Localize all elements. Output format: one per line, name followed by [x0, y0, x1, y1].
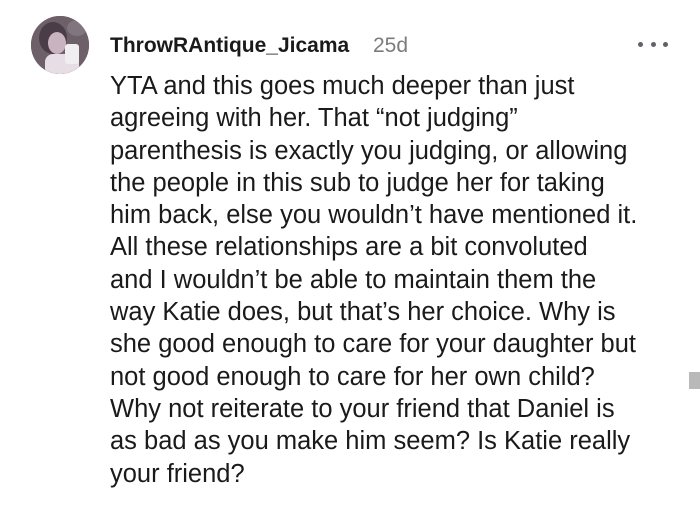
- more-dot: [650, 41, 656, 47]
- comment-line: YTA and this goes much deeper than just: [110, 72, 575, 100]
- comment-line: agreeing with her. That “not judging”: [110, 104, 518, 133]
- comment-body: YTA and this goes much deeper than just …: [110, 70, 690, 490]
- comment-timestamp: 25d: [373, 34, 409, 57]
- comment-line: way Katie does, but that’s her choice. W…: [110, 298, 616, 327]
- comment-line: as bad as you make him seem? Is Katie re…: [110, 427, 631, 456]
- comment-author[interactable]: ThrowRAntique_Jicama: [110, 34, 349, 58]
- comment-line: the people in this sub to judge her for …: [110, 168, 605, 197]
- more-dot: [663, 41, 668, 47]
- user-avatar-icon[interactable]: [31, 16, 89, 74]
- comment-line: parenthesis is exactly you judging, or a…: [110, 136, 628, 165]
- comment-line: him back, else you wouldn’t have mention…: [110, 201, 638, 230]
- more-dot: [638, 41, 643, 47]
- comment-line: and I wouldn’t be able to maintain them …: [110, 265, 597, 294]
- comment-line: All these relationships are a bit convol…: [110, 233, 588, 262]
- comment-line: not good enough to care for her own chil…: [110, 362, 595, 391]
- comment-line: your friend?: [110, 459, 245, 488]
- avatar-image: [31, 16, 89, 74]
- scrollbar-thumb[interactable]: [689, 372, 700, 389]
- more-options-icon[interactable]: [638, 36, 668, 52]
- comment-line: Why not reiterate to your friend that Da…: [110, 394, 615, 423]
- comment-line: she good enough to care for your daughte…: [110, 330, 636, 359]
